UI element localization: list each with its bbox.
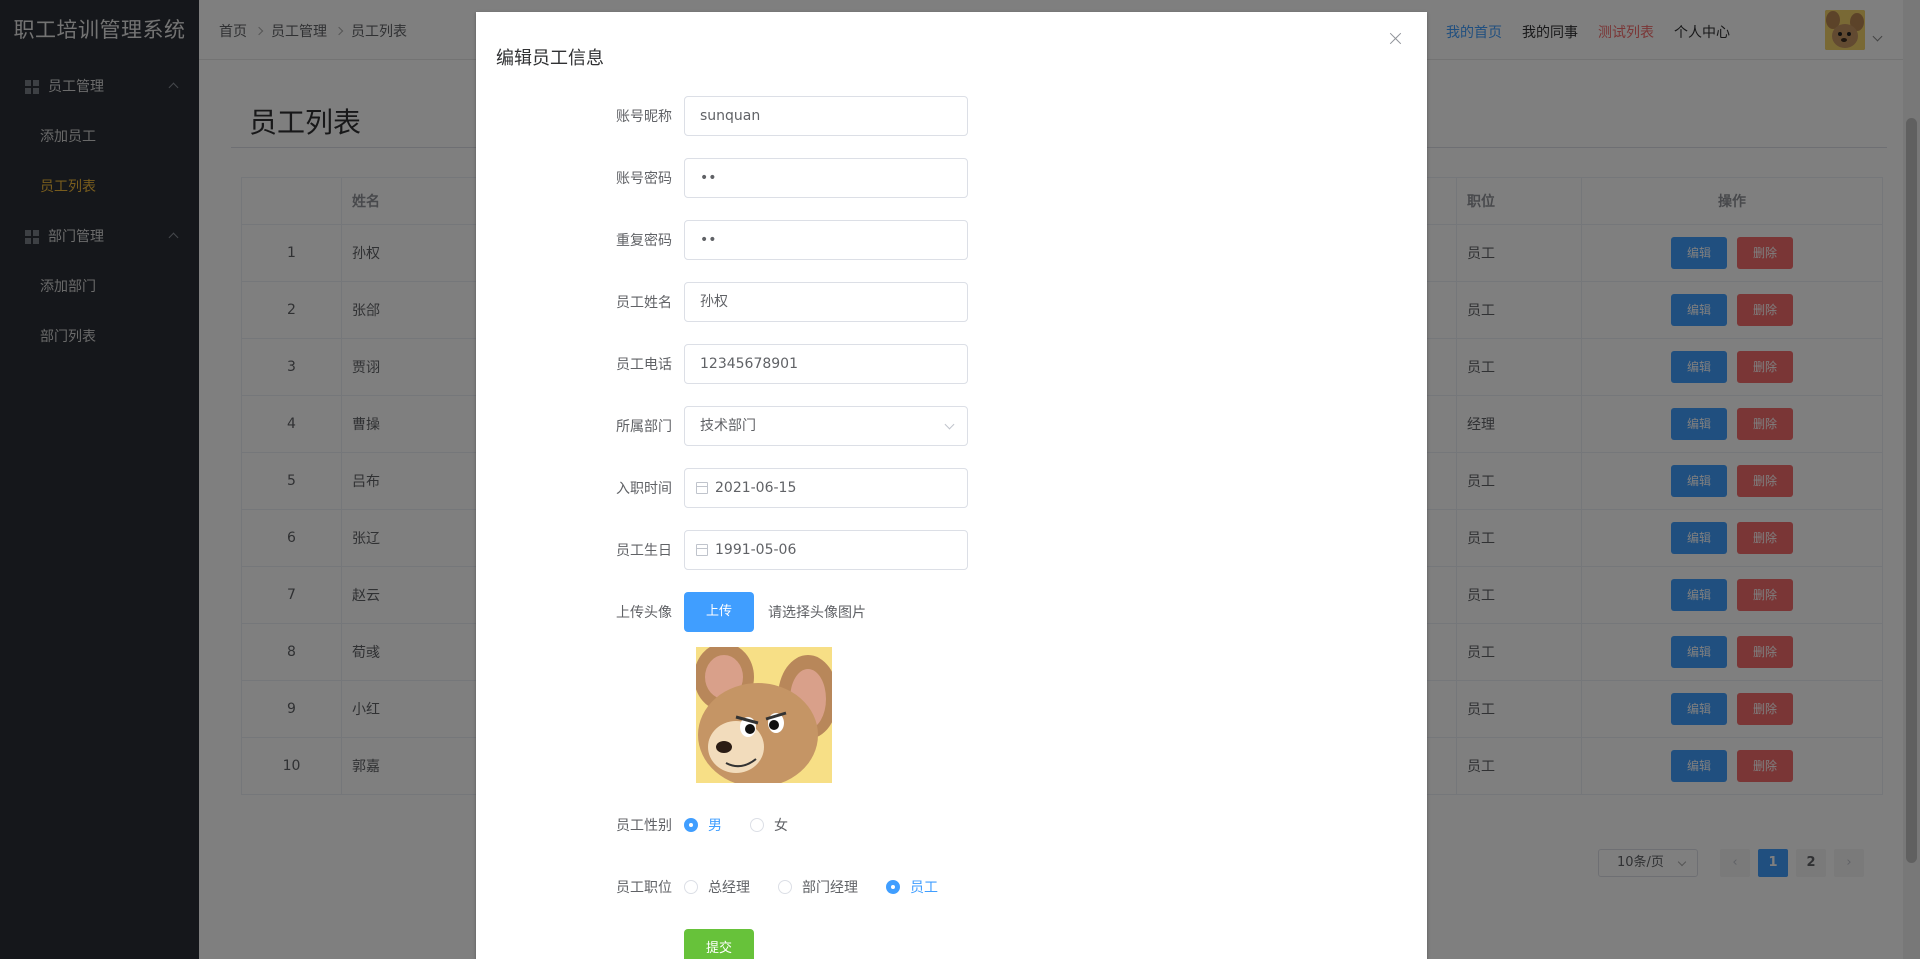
position-gm-label: 总经理 (708, 880, 750, 896)
position-label: 员工职位 (616, 880, 672, 896)
radio-unchecked-icon (684, 880, 698, 894)
radio-checked-icon (684, 818, 698, 832)
department-value: 技术部门 (700, 418, 756, 434)
calendar-icon (696, 544, 708, 556)
form-row-repeat-password: 重复密码 •• (476, 220, 968, 260)
form-row-gender: 员工性别 男 女 (476, 805, 816, 845)
position-dm-radio[interactable]: 部门经理 (778, 877, 858, 897)
position-gm-radio[interactable]: 总经理 (684, 877, 750, 897)
gender-label: 员工性别 (616, 818, 672, 834)
form-row-position: 员工职位 总经理 部门经理 员工 (476, 867, 966, 907)
upload-tip: 请选择头像图片 (768, 605, 866, 621)
department-select[interactable]: 技术部门 (684, 406, 968, 446)
edit-employee-dialog: 编辑员工信息 账号昵称 sunquan 账号密码 •• 重复密码 •• 员工姓名… (476, 12, 1427, 959)
password-label: 账号密码 (616, 171, 672, 187)
close-icon[interactable] (1387, 30, 1405, 48)
birthday-picker[interactable]: 1991-05-06 (684, 530, 968, 570)
hire-date-value: 2021-06-15 (715, 480, 797, 496)
submit-button[interactable]: 提交 (684, 929, 754, 959)
position-staff-label: 员工 (910, 880, 938, 896)
gender-female-label: 女 (774, 818, 788, 834)
upload-button[interactable]: 上传 (684, 592, 754, 632)
hire-date-picker[interactable]: 2021-06-15 (684, 468, 968, 508)
form-row-birthday: 员工生日 1991-05-06 (476, 530, 968, 570)
radio-unchecked-icon (778, 880, 792, 894)
repeat-password-input[interactable]: •• (684, 220, 968, 260)
repeat-password-label: 重复密码 (616, 233, 672, 249)
gender-female-radio[interactable]: 女 (750, 815, 788, 835)
chevron-down-icon (944, 419, 955, 430)
account-input[interactable]: sunquan (684, 96, 968, 136)
birthday-label: 员工生日 (616, 543, 672, 559)
avatar-label: 上传头像 (616, 605, 672, 621)
password-input[interactable]: •• (684, 158, 968, 198)
gender-male-radio[interactable]: 男 (684, 815, 722, 835)
name-input[interactable]: 孙权 (684, 282, 968, 322)
account-label: 账号昵称 (616, 109, 672, 125)
birthday-value: 1991-05-06 (715, 542, 797, 558)
dialog-title: 编辑员工信息 (496, 48, 604, 69)
radio-unchecked-icon (750, 818, 764, 832)
form-row-account: 账号昵称 sunquan (476, 96, 968, 136)
hire-date-label: 入职时间 (616, 481, 672, 497)
form-row-submit: 提交 (476, 929, 754, 959)
gender-male-label: 男 (708, 818, 722, 834)
avatar-preview (696, 647, 832, 783)
phone-label: 员工电话 (616, 357, 672, 373)
form-row-name: 员工姓名 孙权 (476, 282, 968, 322)
calendar-icon (696, 482, 708, 494)
phone-input[interactable]: 12345678901 (684, 344, 968, 384)
name-label: 员工姓名 (616, 295, 672, 311)
form-row-hire-date: 入职时间 2021-06-15 (476, 468, 968, 508)
form-row-department: 所属部门 技术部门 (476, 406, 968, 446)
form-row-password: 账号密码 •• (476, 158, 968, 198)
form-row-avatar: 上传头像 上传 请选择头像图片 (476, 592, 866, 632)
radio-checked-icon (886, 880, 900, 894)
position-staff-radio[interactable]: 员工 (886, 877, 938, 897)
position-dm-label: 部门经理 (802, 880, 858, 896)
form-row-phone: 员工电话 12345678901 (476, 344, 968, 384)
department-label: 所属部门 (616, 419, 672, 435)
